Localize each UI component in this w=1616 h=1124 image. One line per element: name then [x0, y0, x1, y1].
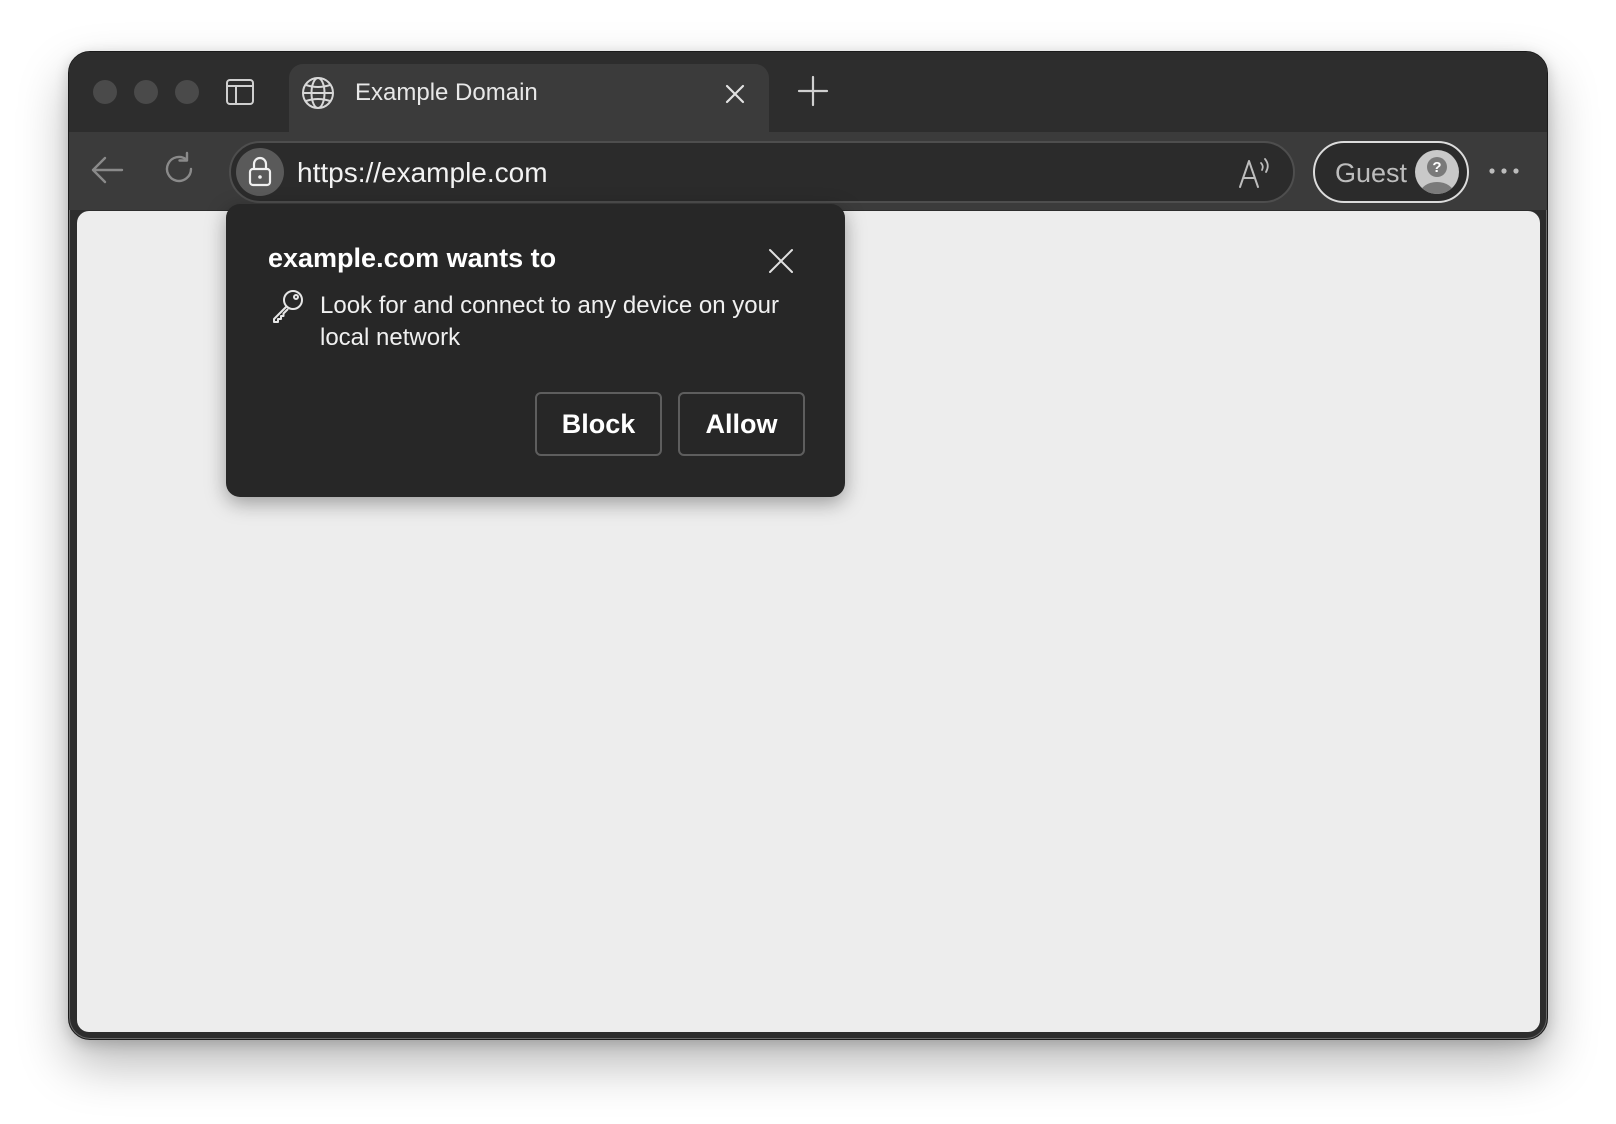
svg-text:?: ? — [1432, 159, 1441, 176]
key-icon — [273, 290, 303, 323]
permission-dialog: example.com wants to Look for and connec… — [226, 204, 845, 497]
url-text: https://example.com — [297, 157, 548, 188]
guest-avatar-icon: ? — [1420, 157, 1454, 194]
site-info-button[interactable] — [236, 148, 284, 196]
close-tab-icon[interactable] — [723, 82, 747, 106]
allow-button[interactable]: Allow — [678, 392, 805, 456]
tab-example-domain[interactable]: Example Domain — [289, 64, 769, 132]
close-icon[interactable] — [766, 246, 796, 276]
permission-message: Look for and connect to any device on yo… — [320, 292, 779, 351]
lock-icon — [248, 156, 272, 187]
permission-title: example.com wants to — [268, 243, 557, 273]
browser-window: Example Domain https://example.com Guest… — [68, 51, 1548, 1040]
toolbar: https://example.com Guest ? — [69, 132, 1547, 210]
more-options-icon[interactable] — [1487, 156, 1521, 186]
tab-title: Example Domain — [355, 79, 538, 106]
sidebar-toggle-icon[interactable] — [225, 78, 255, 106]
minimize-window-button[interactable] — [134, 80, 158, 104]
zoom-window-button[interactable] — [175, 80, 199, 104]
globe-icon — [302, 77, 334, 109]
new-tab-icon[interactable] — [796, 74, 830, 108]
profile-label: Guest — [1335, 158, 1408, 188]
close-window-button[interactable] — [93, 80, 117, 104]
read-aloud-icon[interactable] — [1237, 155, 1273, 191]
block-button[interactable]: Block — [535, 392, 662, 456]
address-bar[interactable]: https://example.com — [229, 141, 1295, 203]
avatar: ? — [1415, 150, 1459, 194]
profile-button[interactable]: Guest ? — [1313, 141, 1469, 203]
back-arrow-icon[interactable] — [89, 152, 125, 188]
tab-strip: Example Domain — [69, 52, 1547, 132]
reload-icon[interactable] — [161, 151, 197, 187]
